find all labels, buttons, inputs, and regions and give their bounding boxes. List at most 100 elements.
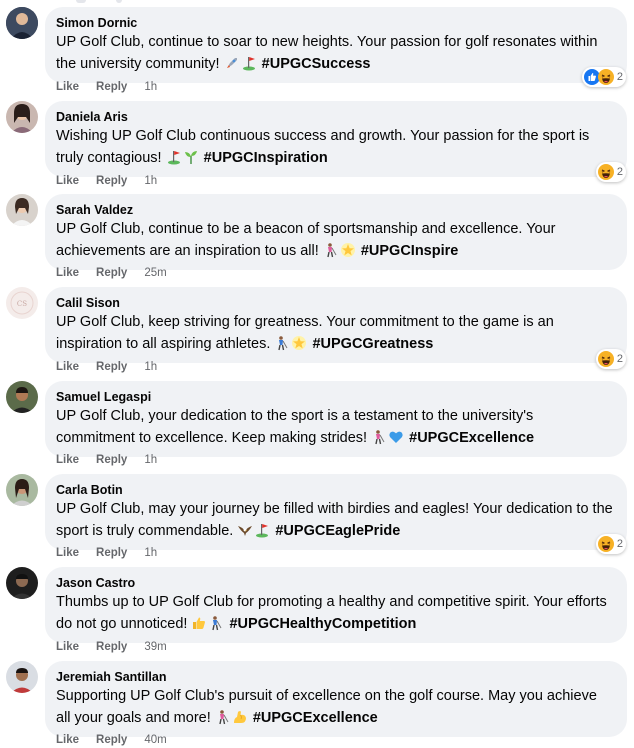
reaction-summary[interactable]: 2: [581, 67, 626, 87]
like-button[interactable]: Like: [56, 175, 79, 187]
hashtag[interactable]: #UPGCSuccess: [262, 56, 371, 72]
comment-author[interactable]: Daniela Aris: [56, 109, 615, 125]
comment-author[interactable]: Simon Dornic: [56, 15, 615, 31]
hashtag[interactable]: #UPGCInspire: [361, 243, 459, 259]
flexed-biceps-icon: [232, 709, 248, 725]
comment-bubble: Samuel Legaspi UP Golf Club, your dedica…: [45, 381, 627, 457]
comment-bubble: Carla Botin UP Golf Club, may your journ…: [45, 474, 627, 550]
svg-text:CS: CS: [17, 300, 27, 308]
comment-author[interactable]: Samuel Legaspi: [56, 389, 615, 405]
haha-reaction-icon: [597, 351, 614, 367]
timestamp[interactable]: 1h: [144, 361, 157, 373]
avatar[interactable]: CS: [6, 287, 38, 319]
reaction-count: 2: [616, 166, 623, 178]
like-button[interactable]: Like: [56, 361, 79, 373]
hashtag[interactable]: #UPGCHealthyCompetition: [229, 616, 416, 632]
like-button[interactable]: Like: [56, 454, 79, 466]
timestamp[interactable]: 25m: [144, 267, 166, 279]
reply-button[interactable]: Reply: [96, 547, 127, 559]
comment-actions: Like Reply 1h: [56, 81, 157, 93]
comment-text: UP Golf Club, keep striving for greatnes…: [56, 312, 615, 355]
reply-button[interactable]: Reply: [96, 175, 127, 187]
comment-bubble: Jason Castro Thumbs up to UP Golf Club f…: [45, 567, 627, 643]
golfer-icon: [323, 242, 339, 258]
comment-text: UP Golf Club, continue to soar to new he…: [56, 32, 615, 75]
comment-actions: Like Reply 1h: [56, 361, 157, 373]
reaction-summary[interactable]: 2: [595, 349, 626, 369]
comment-body: UP Golf Club, continue to be a beacon of…: [56, 221, 556, 259]
golf-flag-icon: [166, 149, 182, 165]
haha-reaction-icon: [597, 536, 614, 552]
golfer-icon: [208, 615, 224, 631]
blue-heart-icon: [388, 429, 404, 445]
comment-text: UP Golf Club, your dedication to the spo…: [56, 406, 615, 449]
reply-button[interactable]: Reply: [96, 734, 127, 746]
thumbs-up-icon: [191, 615, 207, 631]
timestamp[interactable]: 1h: [144, 175, 157, 187]
comment-bubble: Sarah Valdez UP Golf Club, continue to b…: [45, 194, 627, 270]
comment-text: UP Golf Club, may your journey be filled…: [56, 499, 615, 542]
golf-flag-icon: [241, 55, 257, 71]
comment-bubble: Jeremiah Santillan Supporting UP Golf Cl…: [45, 661, 627, 737]
like-button[interactable]: Like: [56, 734, 79, 746]
timestamp[interactable]: 1h: [144, 547, 157, 559]
hashtag[interactable]: #UPGCInspiration: [204, 150, 328, 166]
haha-reaction-icon: [597, 69, 614, 85]
like-button[interactable]: Like: [56, 267, 79, 279]
reply-button[interactable]: Reply: [96, 267, 127, 279]
golfer-icon: [371, 429, 387, 445]
timestamp[interactable]: 40m: [144, 734, 166, 746]
eagle-icon: [237, 522, 253, 538]
avatar[interactable]: [6, 7, 38, 39]
reply-button[interactable]: Reply: [96, 454, 127, 466]
hashtag[interactable]: #UPGCEaglePride: [275, 523, 400, 539]
like-button[interactable]: Like: [56, 641, 79, 653]
reaction-count: 2: [616, 538, 623, 550]
avatar[interactable]: [6, 567, 38, 599]
golfer-icon: [215, 709, 231, 725]
comment-author[interactable]: Calil Sison: [56, 295, 615, 311]
timestamp[interactable]: 39m: [144, 641, 166, 653]
glowing-star-icon: [340, 242, 356, 258]
rocket-icon: [224, 55, 240, 71]
hashtag[interactable]: #UPGCGreatness: [312, 336, 433, 352]
hashtag[interactable]: #UPGCExcellence: [409, 430, 534, 446]
comment-author[interactable]: Sarah Valdez: [56, 202, 615, 218]
comment-actions: Like Reply 40m: [56, 734, 167, 746]
previous-comment-edge: [46, 0, 166, 4]
like-button[interactable]: Like: [56, 547, 79, 559]
comment-text: Supporting UP Golf Club's pursuit of exc…: [56, 686, 615, 729]
avatar[interactable]: [6, 474, 38, 506]
avatar[interactable]: [6, 661, 38, 693]
comment-actions: Like Reply 39m: [56, 641, 167, 653]
reaction-summary[interactable]: 2: [595, 534, 626, 554]
comment-actions: Like Reply 1h: [56, 547, 157, 559]
glowing-star-icon: [291, 335, 307, 351]
comment-text: Thumbs up to UP Golf Club for promoting …: [56, 592, 615, 635]
comment-author[interactable]: Jeremiah Santillan: [56, 669, 615, 685]
comment-actions: Like Reply 1h: [56, 175, 157, 187]
comment-actions: Like Reply 1h: [56, 454, 157, 466]
avatar[interactable]: [6, 194, 38, 226]
reply-button[interactable]: Reply: [96, 81, 127, 93]
reply-button[interactable]: Reply: [96, 641, 127, 653]
hashtag[interactable]: #UPGCExcellence: [253, 710, 378, 726]
reaction-count: 2: [616, 71, 623, 83]
comment-author[interactable]: Jason Castro: [56, 575, 615, 591]
comment-bubble: Daniela Aris Wishing UP Golf Club contin…: [45, 101, 627, 177]
seedling-icon: [183, 149, 199, 165]
golfer-icon: [274, 335, 290, 351]
comment-text: Wishing UP Golf Club continuous success …: [56, 126, 615, 169]
reply-button[interactable]: Reply: [96, 361, 127, 373]
timestamp[interactable]: 1h: [144, 81, 157, 93]
comment-actions: Like Reply 25m: [56, 267, 167, 279]
avatar[interactable]: [6, 101, 38, 133]
like-button[interactable]: Like: [56, 81, 79, 93]
comment-bubble: Calil Sison UP Golf Club, keep striving …: [45, 287, 627, 363]
comment-bubble: Simon Dornic UP Golf Club, continue to s…: [45, 7, 627, 83]
timestamp[interactable]: 1h: [144, 454, 157, 466]
reaction-summary[interactable]: 2: [595, 162, 626, 182]
avatar[interactable]: [6, 381, 38, 413]
comment-author[interactable]: Carla Botin: [56, 482, 615, 498]
golf-flag-icon: [254, 522, 270, 538]
